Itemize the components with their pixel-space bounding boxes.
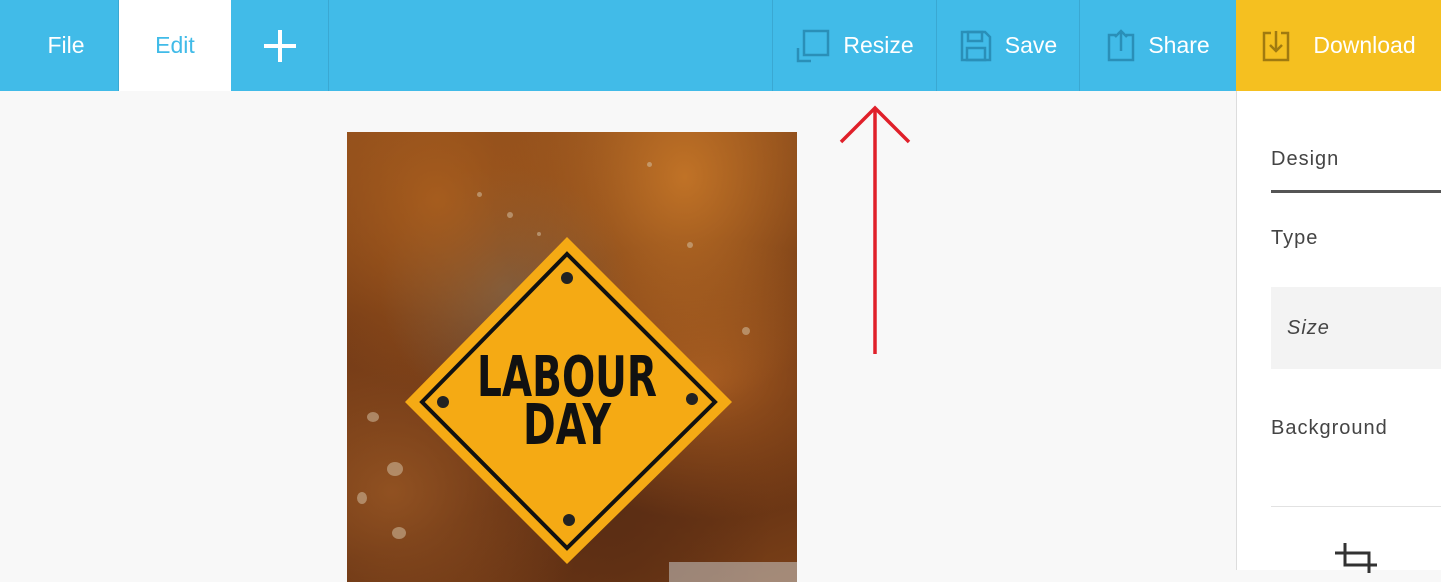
floppy-disk-icon: [960, 30, 992, 61]
save-button[interactable]: Save: [937, 0, 1080, 91]
resize-button[interactable]: Resize: [773, 0, 937, 91]
file-menu-button[interactable]: File: [0, 0, 119, 91]
file-menu-label: File: [47, 32, 85, 58]
size-selector[interactable]: Size: [1271, 287, 1441, 369]
save-label: Save: [1004, 32, 1058, 58]
top-toolbar: File Edit Resize Save Share Download: [0, 0, 1441, 91]
sign-bolt: [563, 514, 575, 526]
add-button[interactable]: [231, 0, 329, 91]
toolbar-spacer: [329, 0, 773, 91]
design-canvas[interactable]: LABOUR DAY: [347, 132, 797, 582]
canvas-scrollbar[interactable]: [669, 562, 797, 582]
upload-icon: [1108, 28, 1135, 61]
edit-tab[interactable]: Edit: [119, 0, 231, 91]
panel-divider: [1271, 506, 1441, 507]
download-button[interactable]: Download: [1236, 0, 1441, 91]
right-panel: Design Type Size Background: [1236, 91, 1441, 573]
edit-tab-label: Edit: [155, 32, 195, 58]
share-button[interactable]: Share: [1080, 0, 1236, 91]
download-label: Download: [1313, 32, 1416, 58]
sign-bolt: [686, 393, 698, 405]
crop-icon[interactable]: [1333, 543, 1381, 573]
size-label: Size: [1287, 316, 1330, 339]
share-label: Share: [1148, 32, 1210, 58]
labour-day-sign: LABOUR DAY: [405, 237, 732, 564]
tab-design[interactable]: Design: [1271, 148, 1339, 171]
sign-bolt: [437, 396, 449, 408]
canvas-workspace: LABOUR DAY: [0, 91, 1236, 582]
background-heading: Background: [1271, 417, 1388, 439]
plus-icon: [263, 29, 296, 62]
tab-design-underline: [1271, 190, 1441, 193]
sign-line-2: DAY: [523, 393, 612, 458]
type-heading: Type: [1271, 227, 1319, 249]
resize-label: Resize: [843, 32, 914, 58]
download-icon: [1263, 30, 1290, 61]
annotation-arrow: [839, 105, 911, 354]
sign-bolt: [561, 272, 573, 284]
resize-icon: [797, 29, 830, 62]
